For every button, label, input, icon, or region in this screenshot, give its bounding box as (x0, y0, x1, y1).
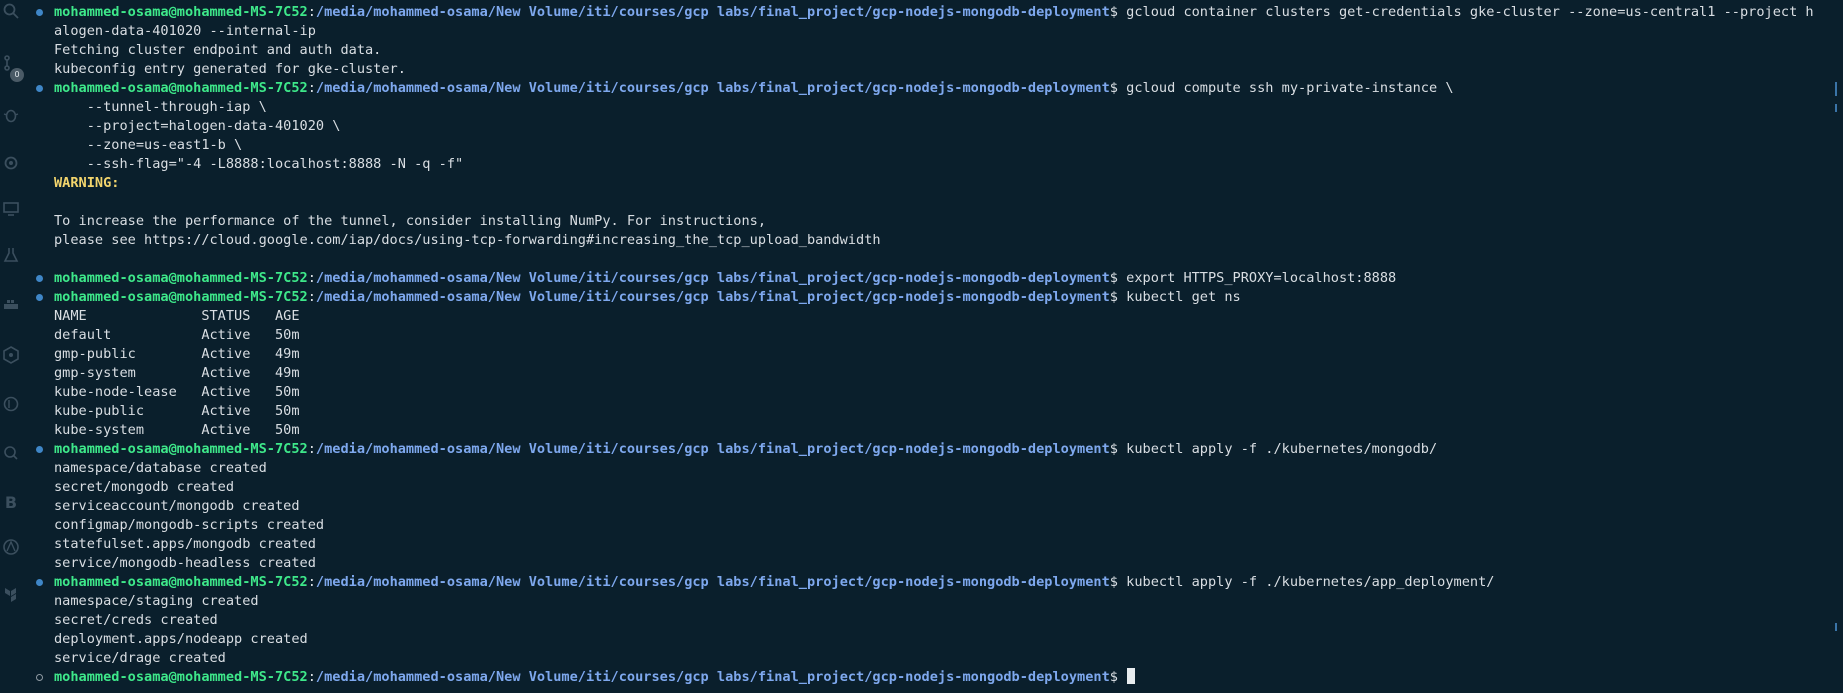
command-status-dot (36, 85, 43, 92)
output-line: statefulset.apps/mongodb created (54, 536, 316, 552)
output-line: deployment.apps/nodeapp created (54, 631, 308, 647)
azure-icon[interactable] (0, 536, 22, 558)
output-line: kubeconfig entry generated for gke-clust… (54, 61, 406, 77)
output-line: service/drage created (54, 650, 226, 666)
extensions-icon[interactable] (0, 152, 22, 174)
activity-letter-b: B (4, 492, 18, 512)
docker-icon[interactable] (0, 294, 22, 316)
terraform-icon[interactable] (0, 584, 22, 606)
prompt-line: mohammed-osama@mohammed-MS-7C52:/media/m… (34, 79, 1834, 98)
output-line: secret/creds created (54, 612, 218, 628)
scroll-marker (1835, 104, 1837, 112)
output-line: please see https://cloud.google.com/iap/… (54, 232, 881, 248)
command-status-dot (36, 294, 43, 301)
output-line: kube-public Active 50m (54, 403, 300, 419)
prompt-line: mohammed-osama@mohammed-MS-7C52:/media/m… (34, 269, 1834, 288)
prompt-sigil: $ (1109, 669, 1118, 685)
prompt-sigil: $ (1109, 270, 1118, 286)
prompt-separator: : (307, 270, 316, 286)
prompt-user: mohammed-osama@mohammed-MS-7C52 (54, 289, 308, 305)
terminal-output[interactable]: mohammed-osama@mohammed-MS-7C52:/media/m… (34, 3, 1834, 687)
prompt-line: mohammed-osama@mohammed-MS-7C52:/media/m… (34, 440, 1834, 459)
prompt-user: mohammed-osama@mohammed-MS-7C52 (54, 270, 308, 286)
search-icon[interactable] (0, 0, 22, 22)
command-status-dot (36, 9, 43, 16)
scroll-marker (1835, 623, 1837, 631)
prompt-sigil: $ (1109, 4, 1118, 20)
warning-line: WARNING: (54, 175, 120, 191)
prompt-sigil: $ (1109, 574, 1118, 590)
output-line: alogen-data-401020 --internal-ip (54, 23, 316, 39)
output-line: secret/mongodb created (54, 479, 235, 495)
command-text: kubectl get ns (1117, 289, 1241, 305)
prompt-user: mohammed-osama@mohammed-MS-7C52 (54, 574, 308, 590)
prompt-sigil: $ (1109, 80, 1118, 96)
prompt-line: mohammed-osama@mohammed-MS-7C52:/media/m… (34, 573, 1834, 592)
testing-flask-icon[interactable] (0, 244, 22, 266)
prompt-path: /media/mohammed-osama/New Volume/iti/cou… (315, 4, 1110, 20)
command-text: gcloud container clusters get-credential… (1117, 4, 1814, 20)
output-line: --ssh-flag="-4 -L8888:localhost:8888 -N … (54, 156, 464, 172)
output-line: --tunnel-through-iap \ (54, 99, 267, 115)
output-line: Fetching cluster endpoint and auth data. (54, 42, 382, 58)
prompt-path: /media/mohammed-osama/New Volume/iti/cou… (315, 669, 1110, 685)
prompt-path: /media/mohammed-osama/New Volume/iti/cou… (315, 270, 1110, 286)
scroll-marker (1835, 82, 1837, 96)
prompt-user: mohammed-osama@mohammed-MS-7C52 (54, 669, 308, 685)
output-line: kube-system Active 50m (54, 422, 300, 438)
output-line: configmap/mongodb-scripts created (54, 517, 325, 533)
prompt-separator: : (307, 574, 316, 590)
prompt-separator: : (307, 289, 316, 305)
prompt-sigil: $ (1109, 441, 1118, 457)
prompt-path: /media/mohammed-osama/New Volume/iti/cou… (315, 441, 1110, 457)
command-status-dot (36, 275, 43, 282)
prompt-user: mohammed-osama@mohammed-MS-7C52 (54, 441, 308, 457)
output-line: --project=halogen-data-401020 \ (54, 118, 341, 134)
command-status-dot (36, 446, 43, 453)
debug-icon[interactable] (0, 104, 22, 126)
prompt-user: mohammed-osama@mohammed-MS-7C52 (54, 4, 308, 20)
prompt-separator: : (307, 4, 316, 20)
command-status-dot (36, 579, 43, 586)
command-text (1118, 669, 1126, 685)
command-text: kubectl apply -f ./kubernetes/mongodb/ (1117, 441, 1438, 457)
command-text: kubectl apply -f ./kubernetes/app_deploy… (1117, 574, 1495, 590)
prompt-user: mohammed-osama@mohammed-MS-7C52 (54, 80, 308, 96)
activity-bar: 0 B (0, 0, 24, 693)
output-line: default Active 50m (54, 327, 300, 343)
prompt-line: mohammed-osama@mohammed-MS-7C52:/media/m… (34, 668, 1834, 687)
command-text: export HTTPS_PROXY=localhost:8888 (1117, 270, 1397, 286)
prompt-sigil: $ (1109, 289, 1118, 305)
prompt-separator: : (307, 669, 316, 685)
output-line: NAME STATUS AGE (54, 308, 300, 324)
command-status-dot (36, 674, 43, 681)
source-control-badge: 0 (10, 68, 24, 82)
output-line: service/mongodb-headless created (54, 555, 316, 571)
git-graph-icon[interactable] (0, 393, 22, 415)
output-line: --zone=us-east1-b \ (54, 137, 243, 153)
output-line: namespace/staging created (54, 593, 259, 609)
command-text: gcloud compute ssh my-private-instance \ (1117, 80, 1454, 96)
gitlens-icon[interactable] (0, 442, 22, 464)
prompt-path: /media/mohammed-osama/New Volume/iti/cou… (315, 289, 1110, 305)
bookmarks-letter-icon[interactable]: B (0, 491, 22, 513)
output-line: To increase the performance of the tunne… (54, 213, 767, 229)
terminal-cursor[interactable] (1127, 668, 1136, 684)
prompt-path: /media/mohammed-osama/New Volume/iti/cou… (315, 574, 1110, 590)
remote-explorer-icon[interactable] (0, 198, 22, 220)
prompt-separator: : (307, 441, 316, 457)
output-line: kube-node-lease Active 50m (54, 384, 300, 400)
prompt-path: /media/mohammed-osama/New Volume/iti/cou… (315, 80, 1110, 96)
kubernetes-icon[interactable] (0, 344, 22, 366)
prompt-line: mohammed-osama@mohammed-MS-7C52:/media/m… (34, 3, 1834, 22)
prompt-separator: : (307, 80, 316, 96)
output-line: gmp-public Active 49m (54, 346, 300, 362)
prompt-line: mohammed-osama@mohammed-MS-7C52:/media/m… (34, 288, 1834, 307)
output-line: namespace/database created (54, 460, 267, 476)
output-line: serviceaccount/mongodb created (54, 498, 300, 514)
output-line: gmp-system Active 49m (54, 365, 300, 381)
